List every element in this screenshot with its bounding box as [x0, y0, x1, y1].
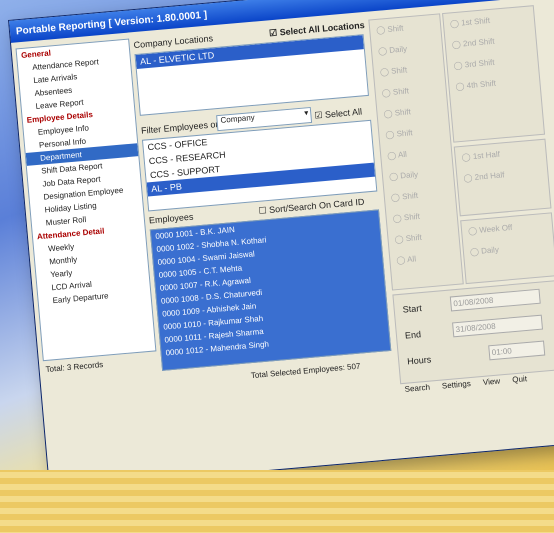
screenshot-stage: Portable Reporting [ Version: 1.80.0001 …: [0, 0, 554, 533]
shift-group-right-middle: ◯ 1st Half ◯ 2nd Half: [453, 138, 552, 217]
shift-radio-label: Shift: [405, 232, 423, 244]
window-title: Portable Reporting [ Version: 1.80.0001 …: [15, 9, 208, 37]
shift-radio-label: 2nd Shift: [462, 36, 495, 49]
filter-dropdown-value: Company: [220, 112, 256, 125]
background-strip: [0, 470, 554, 533]
shift-group-right-bottom: ◯ Week Off ◯ Daily: [460, 212, 554, 285]
shift-radio-label: 2nd Half: [474, 170, 505, 182]
end-label: End: [404, 329, 422, 341]
shift-radio-label: Shift: [394, 107, 412, 118]
shift-radio-label: Shift: [387, 23, 404, 34]
tree-status: Total: 3 Records: [45, 360, 104, 375]
shift-radio-label: Shift: [396, 128, 413, 139]
shift-radio-label: All: [406, 254, 417, 265]
radio-icon: ◯: [396, 255, 408, 266]
shift-radio-label: Daily: [388, 44, 408, 55]
start-date-field[interactable]: 01/08/2008: [449, 288, 541, 312]
employees-label: Employees: [148, 211, 194, 226]
shift-radio-label: 1st Shift: [460, 16, 491, 28]
shift-radio-label: Week Off: [478, 222, 513, 235]
start-label: Start: [402, 303, 423, 315]
radio-icon: ◯: [386, 150, 399, 161]
shift-radio-label: All: [397, 149, 408, 160]
toolbar-label: View: [482, 376, 501, 387]
shift-radio-label: Shift: [403, 211, 421, 223]
shift-radio-label: Shift: [392, 86, 410, 97]
date-panel: Start 01/08/2008 End 31/08/2008 Hours 01…: [392, 280, 554, 385]
chevron-down-icon: ▾: [303, 108, 309, 118]
report-tree[interactable]: General Attendance Report Late Arrivals Abs…: [15, 38, 157, 362]
filter-select-all-checkbox[interactable]: ☑ Select All: [314, 107, 362, 122]
shift-radio-label: Daily: [399, 169, 419, 181]
toolbar-label: Search: [404, 382, 431, 394]
shift-radio-label: Shift: [390, 65, 408, 76]
app-window: Portable Reporting [ Version: 1.80.0001 …: [8, 0, 554, 491]
toolbar-label: Quit: [511, 374, 528, 385]
shift-radio-label: 3rd Shift: [464, 57, 495, 70]
hours-field[interactable]: 01:00: [488, 340, 546, 361]
employee-list[interactable]: 0000 1001 - B.K. JAIN 0000 1002 - Shobha …: [149, 209, 392, 371]
shift-radio-label: 4th Shift: [466, 78, 497, 91]
shift-group-right-top: ◯ 1st Shift ◯ 2nd Shift ◯ 3rd Shift ◯ 4th S…: [442, 5, 546, 143]
shift-radio-label: Daily: [480, 245, 500, 256]
toolbar-label: Settings: [441, 379, 472, 391]
end-date-field[interactable]: 31/08/2008: [452, 314, 544, 338]
hours-label: Hours: [406, 354, 432, 367]
shift-radio-label: 1st Half: [472, 149, 501, 161]
total-selected: Total Selected Employees: 507: [250, 361, 361, 381]
shift-radio-label: Shift: [401, 190, 419, 202]
filter-select-all-label: Select All: [324, 106, 363, 120]
